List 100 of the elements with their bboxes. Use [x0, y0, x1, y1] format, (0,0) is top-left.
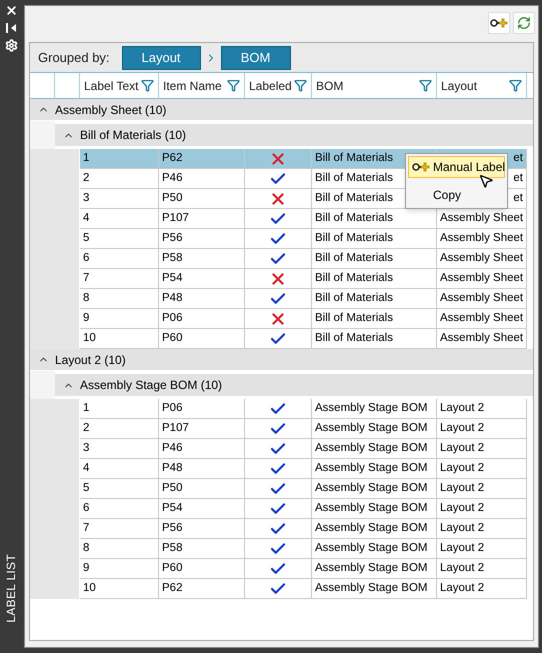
table-cell: P107: [159, 209, 245, 229]
table-cell: Assembly Sheet: [437, 269, 527, 289]
table-cell: 7: [80, 269, 159, 289]
table-cell: 3: [80, 439, 159, 459]
table-cell: Bill of Materials: [312, 269, 437, 289]
column-header[interactable]: Label Text: [84, 76, 138, 94]
table-cell: Layout 2: [437, 579, 527, 599]
table-cell: 3: [80, 189, 159, 209]
table-cell: P06: [159, 309, 245, 329]
table-cell: Bill of Materials: [312, 249, 437, 269]
group-title: Layout 2 (10): [55, 352, 126, 368]
table-cell: Assembly Stage BOM: [312, 479, 437, 499]
table-cell: Assembly Sheet: [437, 229, 527, 249]
table-cell: Layout 2: [437, 459, 527, 479]
table-cell: P62: [159, 579, 245, 599]
table-cell: Assembly Sheet: [437, 289, 527, 309]
table-cell: P46: [159, 439, 245, 459]
group-chip[interactable]: Layout: [122, 46, 201, 70]
table-cell: Assembly Stage BOM: [312, 579, 437, 599]
table-cell: Bill of Materials: [312, 329, 437, 349]
table-cell: Layout 2: [437, 439, 527, 459]
table-cell: Layout 2: [437, 479, 527, 499]
table-cell: Assembly Sheet: [437, 249, 527, 269]
table-cell: 7: [80, 519, 159, 539]
table-cell: P46: [159, 169, 245, 189]
table-cell: 10: [80, 579, 159, 599]
column-header[interactable]: Layout: [441, 76, 478, 94]
table-cell: P58: [159, 249, 245, 269]
key-plus-icon: [412, 161, 430, 173]
close-icon[interactable]: [4, 4, 18, 17]
table-cell: P54: [159, 499, 245, 519]
table-cell: 5: [80, 229, 159, 249]
table-cell: P06: [159, 399, 245, 419]
table-cell: Layout 2: [437, 499, 527, 519]
key-plus-icon: [490, 17, 508, 29]
table-cell: P48: [159, 289, 245, 309]
table-cell: 6: [80, 249, 159, 269]
table-cell: Assembly Sheet: [437, 329, 527, 349]
table-cell: Layout 2: [437, 399, 527, 419]
filter-icon[interactable]: [141, 79, 154, 92]
table-cell: Assembly Stage BOM: [312, 459, 437, 479]
table-cell: 2: [80, 419, 159, 439]
filter-icon[interactable]: [419, 79, 432, 92]
group-title: Assembly Stage BOM (10): [80, 377, 222, 394]
refresh-button[interactable]: [513, 12, 535, 34]
table-cell: P54: [159, 269, 245, 289]
table-cell: P56: [159, 229, 245, 249]
column-header[interactable]: Item Name: [163, 76, 222, 94]
table-cell: 2: [80, 169, 159, 189]
table-cell: P62: [159, 149, 245, 169]
group-chip[interactable]: BOM: [220, 46, 291, 70]
group-title: Assembly Sheet (10): [55, 102, 166, 118]
table-cell: 1: [80, 149, 159, 169]
filter-icon[interactable]: [227, 79, 240, 92]
table-cell: Layout 2: [437, 539, 527, 559]
menu-item[interactable]: Manual Label: [408, 156, 505, 178]
filter-icon[interactable]: [509, 79, 522, 92]
table-cell: Layout 2: [437, 419, 527, 439]
table-cell: 5: [80, 479, 159, 499]
refresh-icon: [517, 16, 531, 30]
table-cell: 9: [80, 309, 159, 329]
add-label-button[interactable]: [488, 12, 510, 34]
table-cell: Layout 2: [437, 559, 527, 579]
table-cell: P60: [159, 559, 245, 579]
table-cell: Layout 2: [437, 519, 527, 539]
table-cell: Assembly Sheet: [437, 309, 527, 329]
cursor-icon: [478, 173, 494, 189]
table-cell: Assembly Stage BOM: [312, 519, 437, 539]
table-cell: P60: [159, 329, 245, 349]
table-cell: P50: [159, 479, 245, 499]
column-header[interactable]: Labeled: [249, 76, 292, 94]
table-cell: Assembly Stage BOM: [312, 419, 437, 439]
table-cell: Assembly Stage BOM: [312, 559, 437, 579]
table-cell: Bill of Materials: [312, 229, 437, 249]
table-cell: 8: [80, 289, 159, 309]
table-cell: Bill of Materials: [312, 209, 437, 229]
table-cell: P50: [159, 189, 245, 209]
column-header[interactable]: BOM: [316, 76, 344, 94]
table-cell: P107: [159, 419, 245, 439]
filter-icon[interactable]: [294, 79, 307, 92]
table-cell: Assembly Stage BOM: [312, 539, 437, 559]
settings-icon[interactable]: [4, 39, 18, 52]
table-cell: 10: [80, 329, 159, 349]
group-title: Bill of Materials (10): [80, 127, 186, 144]
table-cell: Bill of Materials: [312, 289, 437, 309]
table-cell: Bill of Materials: [312, 309, 437, 329]
table-cell: 4: [80, 209, 159, 229]
table-cell: P56: [159, 519, 245, 539]
table-cell: 1: [80, 399, 159, 419]
table-cell: Assembly Stage BOM: [312, 399, 437, 419]
table-cell: P58: [159, 539, 245, 559]
dock-icon[interactable]: [5, 22, 17, 34]
table-cell: P48: [159, 459, 245, 479]
table-cell: Assembly Sheet: [437, 209, 527, 229]
grouped-by-label: Grouped by:: [38, 48, 110, 67]
table-cell: Assembly Stage BOM: [312, 439, 437, 459]
table-cell: 4: [80, 459, 159, 479]
table-cell: 6: [80, 499, 159, 519]
panel-title: LABEL LIST: [3, 554, 19, 623]
table-cell: Assembly Stage BOM: [312, 499, 437, 519]
